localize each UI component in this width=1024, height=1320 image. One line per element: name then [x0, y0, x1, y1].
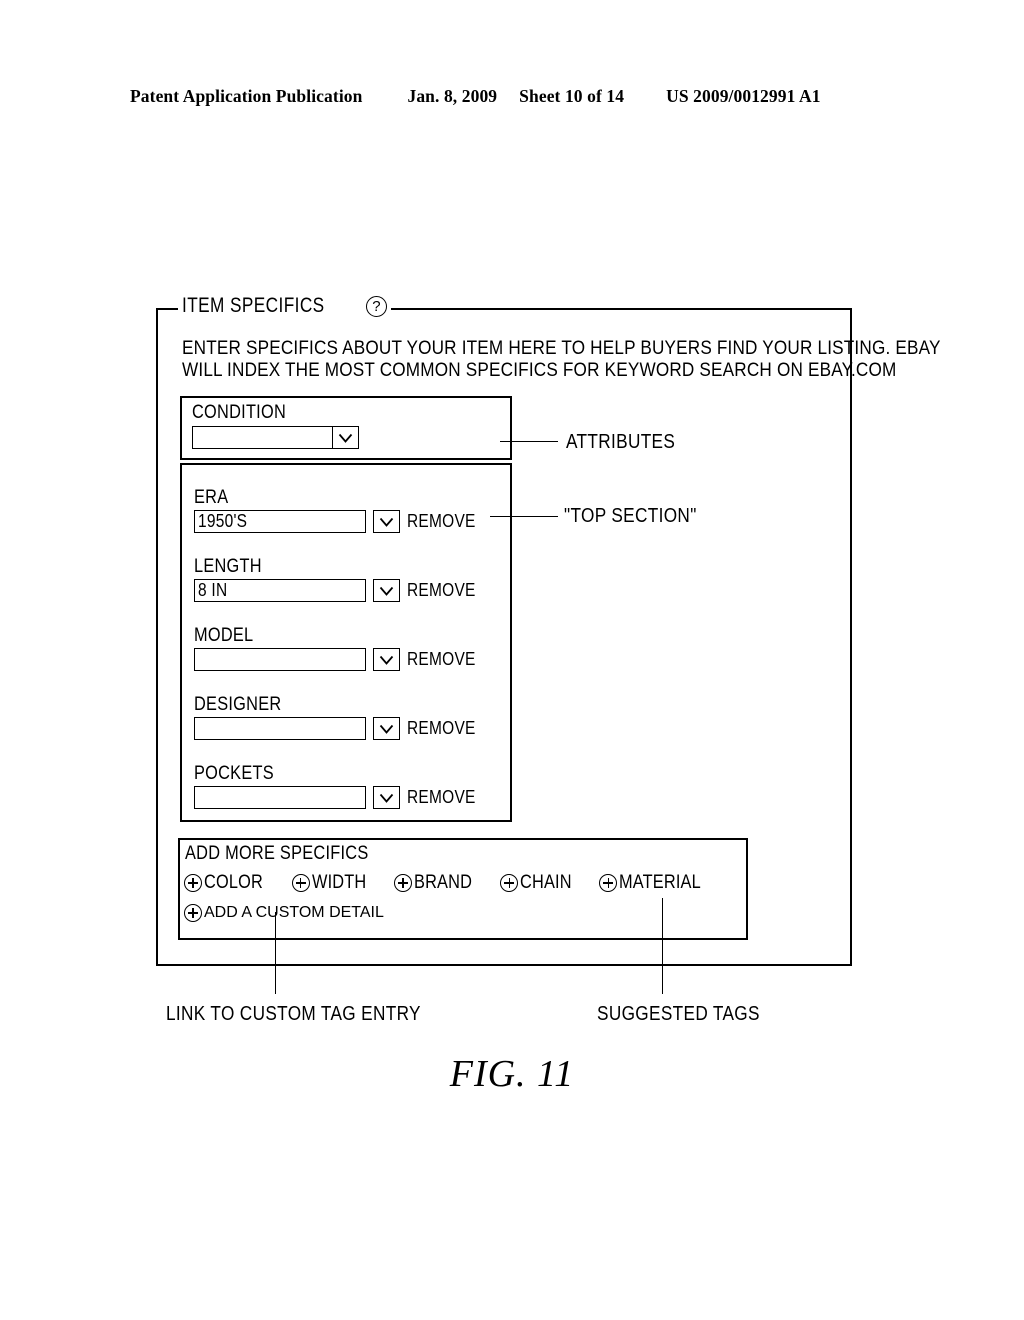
- top-section-panel: ERA 1950'S REMOVE LENGTH 8 IN REMOVE MOD…: [180, 463, 512, 822]
- attribute-row-designer: DESIGNER REMOVE: [194, 694, 494, 740]
- suggested-tag-width[interactable]: WIDTH: [291, 872, 375, 894]
- legend-label: ITEM SPECIFICS: [182, 294, 325, 317]
- attribute-dropdown-button[interactable]: [373, 648, 400, 671]
- attributes-leader-line: [500, 441, 558, 442]
- suggested-tag-label: BRAND: [413, 872, 472, 893]
- custom-tag-leader-line: [275, 912, 276, 994]
- condition-label: CONDITION: [192, 402, 287, 423]
- figure-caption: FIG. 11: [449, 1053, 575, 1095]
- suggested-tag-label: WIDTH: [311, 872, 366, 893]
- suggested-tag-label: COLOR: [204, 872, 263, 893]
- publication-date: Jan. 8, 2009: [407, 86, 498, 106]
- plus-circle-icon: [599, 874, 618, 892]
- plus-circle-icon: [184, 874, 202, 892]
- top-section-leader-line: [490, 516, 558, 517]
- attribute-dropdown-button[interactable]: [373, 717, 400, 740]
- condition-panel: CONDITION: [180, 396, 512, 460]
- callout-suggested-tags: SUGGESTED TAGS: [597, 1003, 760, 1025]
- attribute-row-model: MODEL REMOVE: [194, 625, 494, 671]
- attribute-input-value: 8 IN: [198, 580, 228, 600]
- suggested-tag-label: MATERIAL: [619, 872, 702, 893]
- plus-circle-icon: [393, 874, 412, 892]
- callout-top-section: "TOP SECTION": [564, 505, 697, 527]
- suggested-tag-material[interactable]: MATERIAL: [599, 872, 714, 894]
- suggested-tag-chain[interactable]: CHAIN: [500, 872, 580, 894]
- help-circle-icon[interactable]: ?: [365, 295, 387, 317]
- suggested-tag-label: CHAIN: [520, 872, 573, 893]
- patent-number: US 2009/0012991 A1: [666, 86, 821, 106]
- condition-dropdown-button[interactable]: [332, 426, 359, 449]
- attribute-label: LENGTH: [194, 556, 262, 577]
- attribute-input[interactable]: 8 IN: [194, 579, 366, 602]
- suggested-tags-row: COLOR WIDTH BRAND CHAIN MATERIAL: [184, 872, 715, 894]
- attribute-dropdown-button[interactable]: [373, 510, 400, 533]
- suggested-tag-color[interactable]: COLOR: [184, 872, 273, 894]
- attribute-label: MODEL: [194, 625, 254, 646]
- item-specifics-legend: ITEM SPECIFICS ?: [182, 294, 391, 318]
- attribute-label: DESIGNER: [194, 694, 282, 715]
- attribute-input-value: 1950'S: [198, 511, 248, 531]
- plus-circle-icon: [500, 874, 519, 892]
- page-header: Patent Application Publication Jan. 8, 2…: [130, 86, 890, 107]
- plus-circle-icon: [184, 904, 202, 922]
- attribute-input[interactable]: [194, 648, 366, 671]
- attribute-input[interactable]: [194, 786, 366, 809]
- plus-circle-icon: [291, 874, 310, 892]
- callout-link-to-custom-tag-entry: LINK TO CUSTOM TAG ENTRY: [166, 1003, 421, 1025]
- attribute-input[interactable]: [194, 717, 366, 740]
- attribute-label: POCKETS: [194, 763, 274, 784]
- callout-attributes: ATTRIBUTES: [566, 431, 676, 453]
- add-custom-detail-label: ADD A CUSTOM DETAIL: [204, 904, 384, 921]
- attribute-input[interactable]: 1950'S: [194, 510, 366, 533]
- attribute-remove-link[interactable]: REMOVE: [407, 580, 476, 601]
- attribute-row-length: LENGTH 8 IN REMOVE: [194, 556, 494, 602]
- publication-label: Patent Application Publication: [130, 86, 363, 106]
- suggested-tags-leader-line: [662, 898, 663, 994]
- attribute-row-pockets: POCKETS REMOVE: [194, 763, 494, 809]
- add-custom-detail-link[interactable]: ADD A CUSTOM DETAIL: [184, 904, 384, 922]
- attribute-dropdown-button[interactable]: [373, 786, 400, 809]
- condition-input[interactable]: [192, 426, 332, 449]
- attribute-remove-link[interactable]: REMOVE: [407, 718, 476, 739]
- attribute-remove-link[interactable]: REMOVE: [407, 649, 476, 670]
- suggested-tag-brand[interactable]: BRAND: [393, 872, 482, 894]
- condition-row: [192, 426, 359, 449]
- intro-text: ENTER SPECIFICS ABOUT YOUR ITEM HERE TO …: [182, 337, 941, 381]
- attribute-remove-link[interactable]: REMOVE: [407, 787, 476, 808]
- attribute-remove-link[interactable]: REMOVE: [407, 511, 476, 532]
- attribute-row-era: ERA 1950'S REMOVE: [194, 487, 494, 533]
- attribute-dropdown-button[interactable]: [373, 579, 400, 602]
- intro-line-2: WILL INDEX THE MOST COMMON SPECIFICS FOR…: [182, 358, 897, 381]
- sheet-number: Sheet 10 of 14: [519, 86, 625, 106]
- intro-line-1: ENTER SPECIFICS ABOUT YOUR ITEM HERE TO …: [182, 337, 941, 359]
- attribute-label: ERA: [194, 487, 229, 508]
- add-more-specifics-title: ADD MORE SPECIFICS: [185, 843, 369, 864]
